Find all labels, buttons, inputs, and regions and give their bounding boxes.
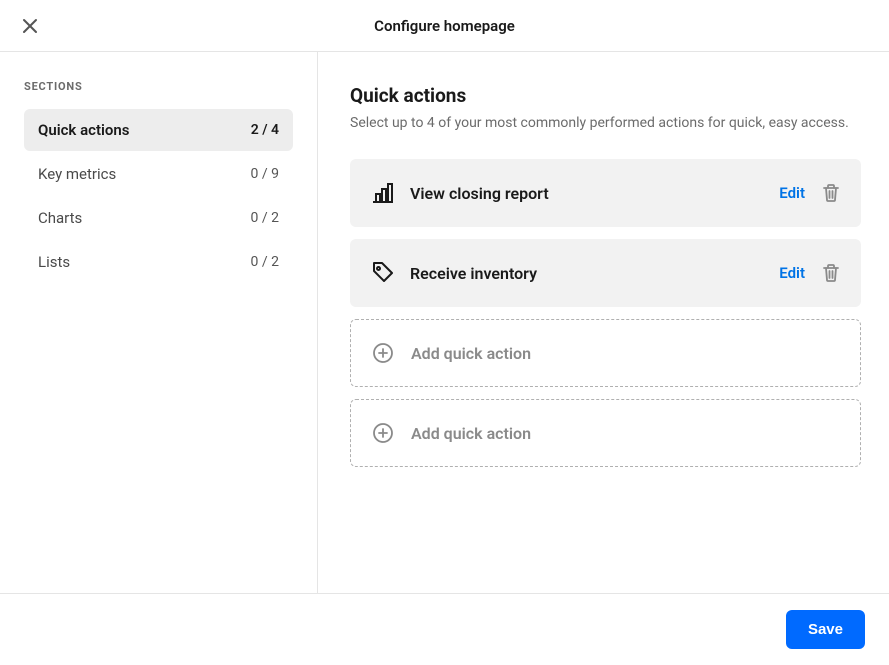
- edit-button[interactable]: Edit: [779, 264, 805, 282]
- panel-subtitle: Select up to 4 of your most commonly per…: [350, 115, 861, 131]
- price-tag-icon: [370, 260, 396, 286]
- plus-circle-icon: [371, 421, 395, 445]
- empty-slot-label: Add quick action: [411, 424, 531, 443]
- edit-button[interactable]: Edit: [779, 184, 805, 202]
- section-count: 0 / 9: [251, 166, 279, 182]
- quick-action-label: View closing report: [410, 184, 779, 203]
- section-item-quick-actions[interactable]: Quick actions 2 / 4: [24, 109, 293, 151]
- close-icon: [22, 18, 38, 34]
- save-button[interactable]: Save: [786, 610, 865, 649]
- trash-icon: [822, 183, 840, 203]
- quick-action-card: View closing report Edit: [350, 159, 861, 227]
- add-quick-action-slot[interactable]: Add quick action: [350, 399, 861, 467]
- modal-footer: Save: [0, 593, 889, 665]
- add-quick-action-slot[interactable]: Add quick action: [350, 319, 861, 387]
- delete-button[interactable]: [821, 183, 841, 203]
- quick-action-card: Receive inventory Edit: [350, 239, 861, 307]
- delete-button[interactable]: [821, 263, 841, 283]
- section-count: 0 / 2: [251, 254, 279, 270]
- section-label: Quick actions: [38, 121, 251, 139]
- sections-sidebar: SECTIONS Quick actions 2 / 4 Key metrics…: [0, 52, 318, 593]
- bar-chart-icon: [370, 180, 396, 206]
- plus-circle-icon: [371, 341, 395, 365]
- quick-action-label: Receive inventory: [410, 264, 779, 283]
- trash-icon: [822, 263, 840, 283]
- section-item-lists[interactable]: Lists 0 / 2: [24, 241, 293, 283]
- section-item-key-metrics[interactable]: Key metrics 0 / 9: [24, 153, 293, 195]
- modal-title: Configure homepage: [374, 17, 515, 35]
- section-count: 2 / 4: [251, 122, 279, 138]
- section-label: Lists: [38, 253, 251, 271]
- main-panel: Quick actions Select up to 4 of your mos…: [318, 52, 889, 593]
- close-button[interactable]: [20, 16, 40, 36]
- empty-slot-label: Add quick action: [411, 344, 531, 363]
- panel-title: Quick actions: [350, 84, 861, 107]
- section-label: Charts: [38, 209, 251, 227]
- sidebar-heading: SECTIONS: [24, 80, 293, 93]
- section-label: Key metrics: [38, 165, 251, 183]
- modal-header: Configure homepage: [0, 0, 889, 52]
- section-item-charts[interactable]: Charts 0 / 2: [24, 197, 293, 239]
- section-count: 0 / 2: [251, 210, 279, 226]
